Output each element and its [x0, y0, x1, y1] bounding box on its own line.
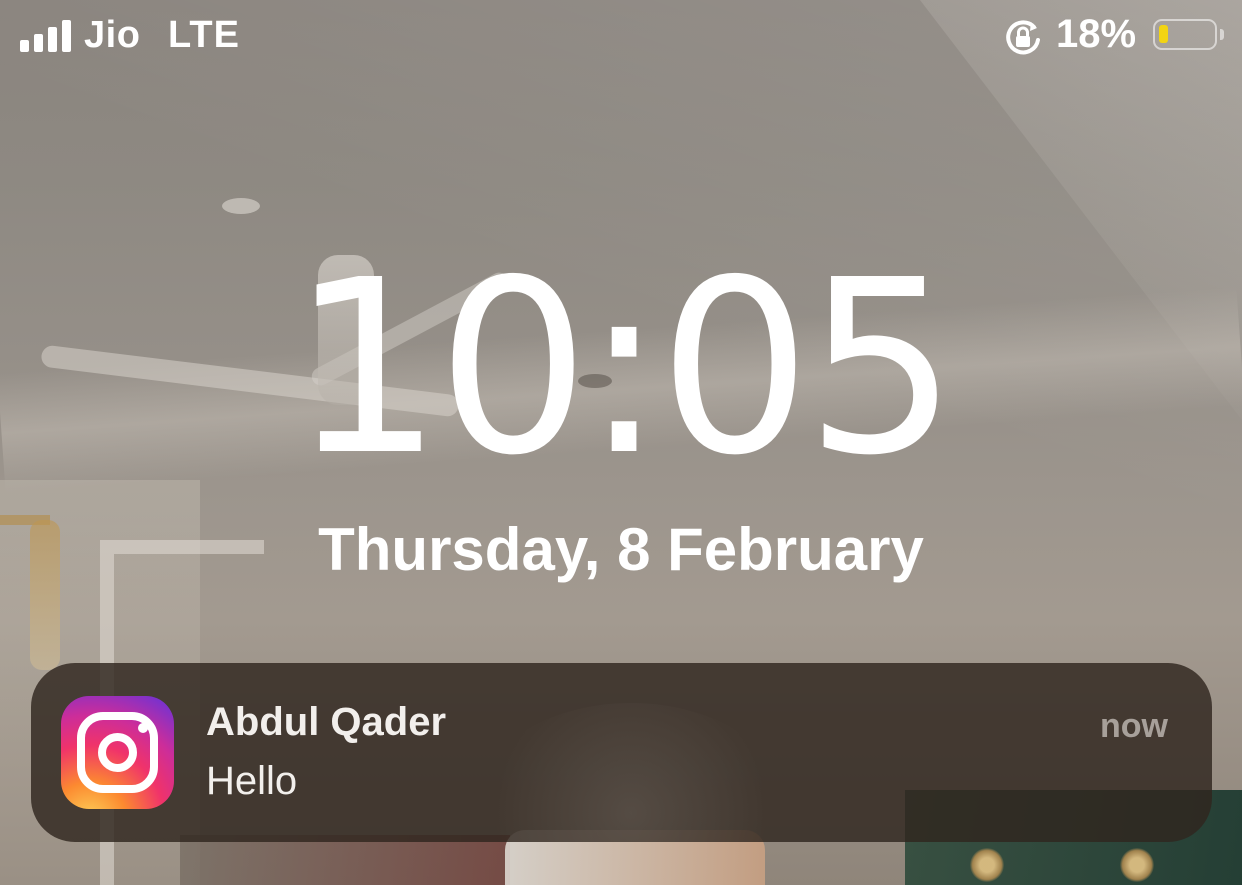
- battery-cap: [1220, 29, 1224, 40]
- notification-sender: Abdul Qader: [206, 700, 447, 744]
- instagram-icon: [61, 696, 174, 809]
- notification-message: Hello: [206, 759, 298, 803]
- cellular-signal-icon: [20, 20, 72, 52]
- battery-icon: [1153, 19, 1217, 50]
- notification-banner[interactable]: Abdul Qader Hello now: [31, 663, 1212, 842]
- battery-level: [1159, 25, 1168, 43]
- carrier-name: Jio: [84, 14, 141, 56]
- rotation-lock-icon: [1006, 20, 1040, 55]
- battery-percentage: 18%: [1056, 12, 1137, 56]
- status-bar: Jio LTE 18%: [0, 0, 1242, 75]
- lock-screen-clock: 10:05: [290, 228, 958, 508]
- notification-timestamp: now: [1100, 707, 1168, 745]
- network-type: LTE: [168, 14, 240, 56]
- lock-screen-date: Thursday, 8 February: [318, 516, 924, 583]
